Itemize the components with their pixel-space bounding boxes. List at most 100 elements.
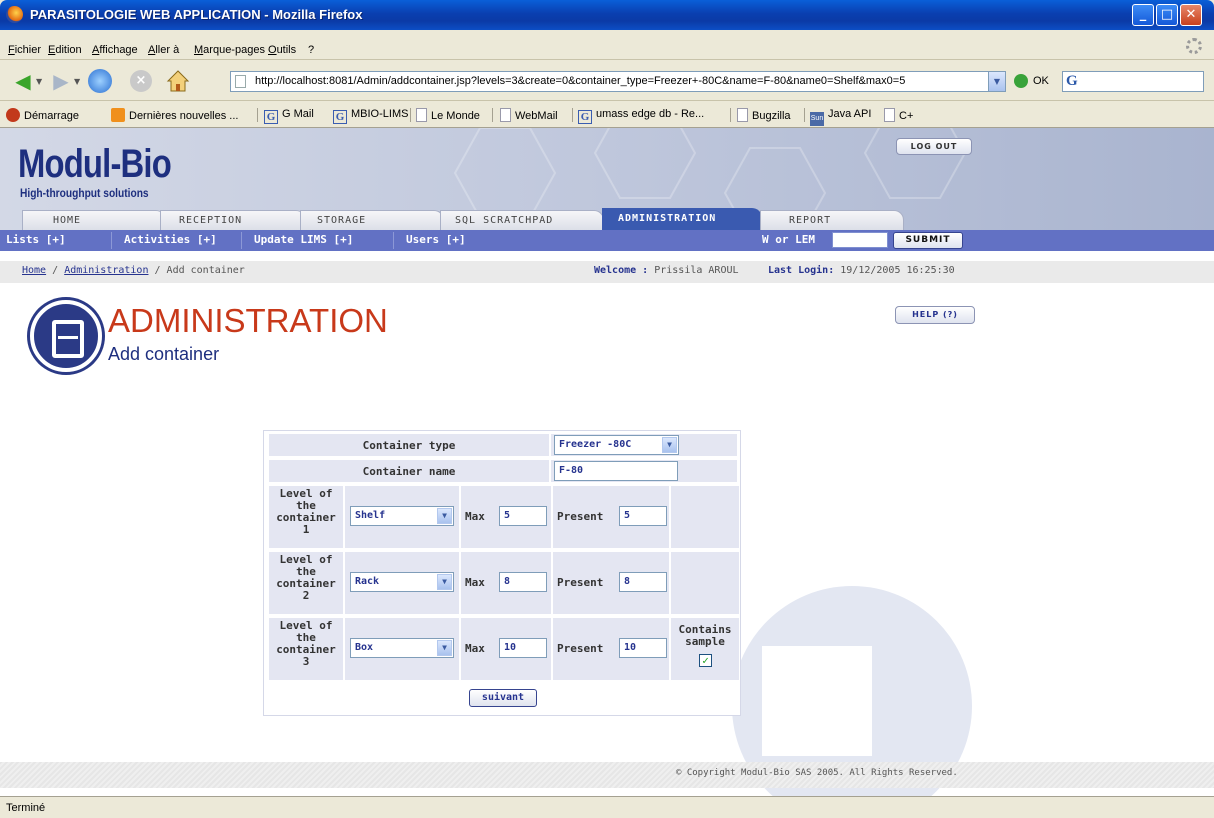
bookmark-demarrage[interactable]: Démarrage <box>6 108 79 122</box>
level-2-type-select[interactable]: Rack ▼ <box>350 572 454 592</box>
status-bar: Terminé <box>0 796 1214 818</box>
breadcrumb-administration[interactable]: Administration <box>64 265 148 276</box>
logout-button[interactable]: LOG OUT <box>896 138 972 155</box>
search-input[interactable]: G <box>1062 71 1204 92</box>
help-button[interactable]: HELP (?) <box>895 306 975 324</box>
tab-reception[interactable]: RECEPTION <box>160 210 306 230</box>
contains-sample-label: sample <box>685 635 725 648</box>
site-tagline: High-throughput solutions <box>20 186 149 200</box>
stop-icon[interactable]: × <box>130 70 152 92</box>
bookmark-label: C+ <box>899 110 914 122</box>
level-label-3: Level of the container 3 <box>268 617 344 681</box>
forward-arrow-icon[interactable]: ▶ <box>48 70 74 92</box>
level-3-present-input[interactable]: 10 <box>619 638 667 658</box>
close-button[interactable]: ✕ <box>1180 4 1202 26</box>
wlem-input[interactable] <box>832 232 888 248</box>
level-type-value: Rack <box>355 576 380 587</box>
bookmark-mbio-lims[interactable]: G MBIO-LIMS <box>333 108 408 124</box>
bookmark-webmail[interactable]: WebMail <box>500 108 558 122</box>
container-type-value: Freezer -80C <box>559 439 632 450</box>
level-label-line: 1 <box>302 523 310 536</box>
menu-help[interactable]: ? <box>308 44 314 56</box>
back-arrow-icon[interactable]: ◀ <box>10 70 36 92</box>
bookmark-gmail[interactable]: G G Mail <box>264 108 314 124</box>
bookmark-umass[interactable]: Gumass edge db - Re... <box>578 108 704 124</box>
bookmark-label: Java API <box>828 108 872 120</box>
tab-label: SQL SCRATCHPAD <box>455 215 554 226</box>
window-title: PARASITOLOGIE WEB APPLICATION - Mozilla … <box>30 7 363 22</box>
tab-administration[interactable]: ADMINISTRATION <box>602 208 762 230</box>
present-label: Present <box>557 642 604 655</box>
bookmark-java-api[interactable]: Sun Java API <box>810 108 871 126</box>
subnav-users[interactable]: Users [+] <box>406 233 466 246</box>
menu-affichage[interactable]: Affichage <box>92 44 138 56</box>
subnav-activities[interactable]: Activities [+] <box>124 233 217 246</box>
bookmark-le-monde[interactable]: Le Monde <box>416 108 480 122</box>
level-2-present-input[interactable]: 8 <box>619 572 667 592</box>
bookmark-label: umass edge db - Re... <box>596 108 705 120</box>
container-name-input[interactable]: F-80 <box>554 461 678 481</box>
contains-sample-cell: Contains sample ✓ <box>670 617 740 681</box>
page-title: ADMINISTRATION <box>108 302 388 339</box>
level-1-type-select[interactable]: Shelf ▼ <box>350 506 454 526</box>
submit-button[interactable]: SUBMIT <box>893 232 963 249</box>
site-logo[interactable]: Modul-Bio <box>18 142 172 187</box>
google-icon: G <box>333 110 347 124</box>
max-label: Max <box>465 510 485 523</box>
menu-marque-pages[interactable]: Marque-pages <box>194 44 265 56</box>
breadcrumb-home[interactable]: Home <box>22 265 46 276</box>
level-1-present-input[interactable]: 5 <box>619 506 667 526</box>
tab-report[interactable]: REPORT <box>760 210 904 230</box>
menu-edition[interactable]: Edition <box>48 44 82 56</box>
chevron-down-icon[interactable]: ▼ <box>662 437 677 453</box>
minimize-button[interactable]: _ <box>1132 4 1154 26</box>
bookmark-bugzilla[interactable]: Bugzilla <box>737 108 791 122</box>
chevron-down-icon[interactable]: ▼ <box>437 574 452 590</box>
level-type-value: Box <box>355 642 374 653</box>
level-2-max-input[interactable]: 8 <box>499 572 547 592</box>
page-icon <box>500 108 511 122</box>
chevron-down-icon[interactable]: ▼ <box>437 640 452 656</box>
tab-storage[interactable]: STORAGE <box>300 210 444 230</box>
reload-icon[interactable] <box>88 69 112 93</box>
bookmark-label: Bugzilla <box>752 110 791 122</box>
page-icon <box>884 108 895 122</box>
sun-icon: Sun <box>810 112 824 126</box>
level-label-line: 2 <box>302 589 310 602</box>
home-icon[interactable] <box>166 69 190 93</box>
tab-sql-scratchpad[interactable]: SQL SCRATCHPAD <box>440 210 604 230</box>
level-1-max-input[interactable]: 5 <box>499 506 547 526</box>
back-dropdown-icon[interactable]: ▼ <box>36 77 42 86</box>
url-dropdown-icon[interactable]: ▼ <box>988 72 1005 91</box>
max-label: Max <box>465 642 485 655</box>
go-button[interactable]: OK <box>1033 75 1049 87</box>
bookmark-dernieres-nouvelles[interactable]: Dernières nouvelles ... <box>111 108 238 122</box>
page-subtitle: Add container <box>108 344 220 364</box>
container-type-select[interactable]: Freezer -80C ▼ <box>554 435 679 455</box>
go-icon[interactable] <box>1014 74 1028 88</box>
contains-sample-checkbox[interactable]: ✓ <box>699 654 712 667</box>
subnav-update-lims[interactable]: Update LIMS [+] <box>254 233 353 246</box>
window-titlebar[interactable]: PARASITOLOGIE WEB APPLICATION - Mozilla … <box>0 0 1214 30</box>
url-text[interactable]: http://localhost:8081/Admin/addcontainer… <box>255 75 985 87</box>
menu-fichier[interactable]: Fichier <box>8 44 41 56</box>
page-viewport: Modul-Bio High-throughput solutions LOG … <box>0 128 1214 796</box>
url-bar[interactable]: http://localhost:8081/Admin/addcontainer… <box>230 71 1006 92</box>
level-3-type-select[interactable]: Box ▼ <box>350 638 454 658</box>
tab-home[interactable]: HOME <box>22 210 166 230</box>
filing-cabinet-icon <box>30 300 102 372</box>
bookmark-cplus[interactable]: C+ <box>884 108 913 122</box>
menu-outils[interactable]: Outils <box>268 44 296 56</box>
menu-bar: Fichier Edition Affichage Aller à Marque… <box>0 30 1214 60</box>
subnav-lists[interactable]: Lists [+] <box>6 233 66 246</box>
menu-aller[interactable]: Aller à <box>148 44 179 56</box>
forward-dropdown-icon[interactable]: ▼ <box>74 77 80 86</box>
firefox-logo-icon <box>6 6 23 23</box>
rss-icon <box>111 108 125 122</box>
level-label-line: 3 <box>302 655 310 668</box>
suivant-button[interactable]: suivant <box>469 689 537 707</box>
bookmarks-toolbar: Démarrage Dernières nouvelles ... G G Mai… <box>0 102 1214 128</box>
level-3-max-input[interactable]: 10 <box>499 638 547 658</box>
maximize-button[interactable]: □ <box>1156 4 1178 26</box>
chevron-down-icon[interactable]: ▼ <box>437 508 452 524</box>
